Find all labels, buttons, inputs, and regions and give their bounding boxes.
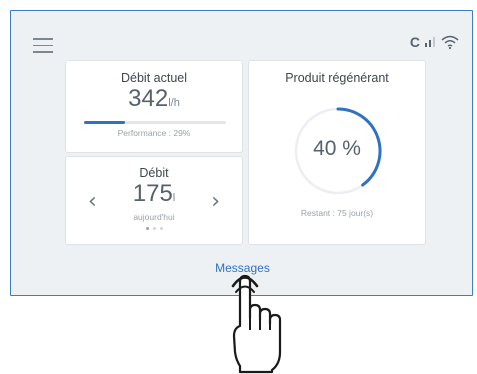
current-flow-card[interactable]: Débit actuel 342l/h Performance : 29% bbox=[65, 60, 243, 153]
daily-flow-card[interactable]: Débit 175l aujourd'hui ‹ › bbox=[65, 156, 243, 245]
wifi-icon bbox=[441, 35, 459, 50]
chevron-left-icon[interactable]: ‹ bbox=[88, 191, 97, 213]
daily-flow-unit: l bbox=[172, 192, 176, 204]
chevron-right-icon[interactable]: › bbox=[211, 191, 220, 213]
page-dot[interactable] bbox=[152, 227, 156, 230]
status-bar: C bbox=[410, 32, 460, 52]
regenerant-remaining: Restant : 75 jour(s) bbox=[300, 208, 374, 218]
device-screen: C Débit actuel 342l/h Performance : 29% … bbox=[10, 10, 473, 296]
regenerant-percent: 40 % bbox=[313, 137, 361, 160]
page-indicator bbox=[66, 227, 242, 230]
performance-bar bbox=[84, 121, 226, 124]
daily-flow-value: 175 bbox=[132, 180, 173, 207]
current-flow-title: Débit actuel bbox=[120, 71, 187, 85]
page-dot[interactable] bbox=[159, 227, 163, 230]
performance-label: Performance : 29% bbox=[117, 128, 191, 138]
current-flow-unit: l/h bbox=[168, 97, 180, 109]
current-flow-value: 342 bbox=[128, 85, 169, 112]
connection-status-text: C bbox=[409, 34, 420, 50]
current-flow-value-row: 342l/h bbox=[66, 85, 242, 113]
daily-flow-title: Débit bbox=[139, 166, 169, 180]
signal-bars-icon bbox=[425, 37, 435, 47]
regenerant-card[interactable]: Produit régénérant 40 % Restant : 75 jou… bbox=[248, 60, 426, 245]
performance-bar-fill bbox=[84, 121, 126, 124]
hamburger-menu-icon[interactable] bbox=[33, 38, 53, 53]
regenerant-title: Produit régénérant bbox=[285, 71, 389, 85]
hand-pointer-icon bbox=[231, 274, 282, 374]
page-dot[interactable] bbox=[145, 227, 149, 230]
